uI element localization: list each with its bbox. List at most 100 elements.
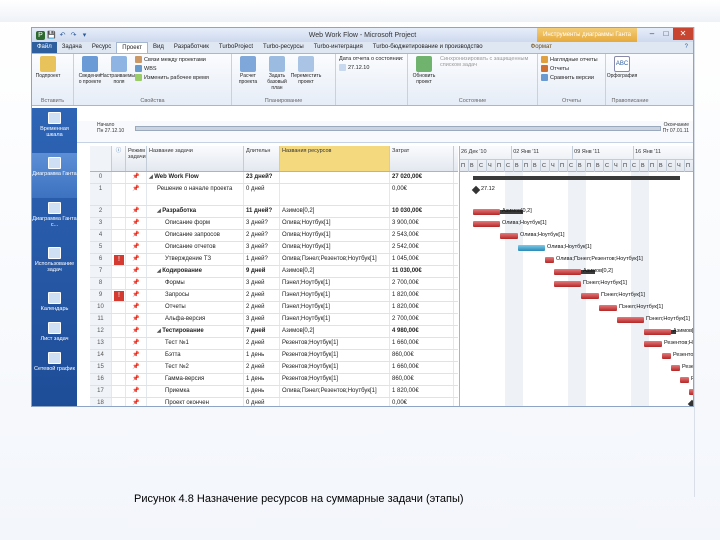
row-id[interactable]: 16 [90, 374, 112, 385]
row-id[interactable]: 6 [90, 254, 112, 265]
task-bar[interactable] [518, 245, 545, 251]
resource-cell[interactable]: Резентов;Ноутбук[1] [280, 362, 390, 373]
duration-cell[interactable]: 1 день [244, 374, 280, 385]
task-bar[interactable] [689, 389, 693, 395]
task-mode-icon[interactable]: 📌 [126, 218, 147, 229]
duration-cell[interactable]: 7 дней [244, 326, 280, 337]
resource-cell[interactable]: Пэнел;Ноутбук[1] [280, 290, 390, 301]
view-task-sheet[interactable]: Лист задач [32, 318, 77, 348]
task-mode-icon[interactable]: 📌 [126, 362, 147, 373]
project-info-button[interactable]: Сведения о проекте [77, 56, 103, 85]
task-bar[interactable] [617, 317, 644, 323]
set-baseline-button[interactable]: Задать базовый план [264, 56, 290, 91]
task-mode-icon[interactable]: 📌 [126, 302, 147, 313]
tab-resource[interactable]: Ресурс [87, 42, 116, 53]
task-name-cell[interactable]: Описание отчетов [147, 242, 244, 253]
milestone-marker[interactable] [471, 185, 481, 195]
duration-cell[interactable]: 11 дней? [244, 206, 280, 217]
task-bar[interactable] [662, 353, 671, 359]
col-duration[interactable]: Длительн [244, 146, 280, 171]
view-calendar[interactable]: Календарь [32, 288, 77, 318]
resource-cell[interactable] [280, 398, 390, 406]
task-bar[interactable] [671, 365, 680, 371]
col-indicators[interactable]: ⓘ [112, 146, 126, 171]
duration-cell[interactable]: 2 дней [244, 338, 280, 349]
table-row[interactable]: 11 📌 Альфа-версия 3 дней Пэнел;Ноутбук[1] 2 7… [90, 314, 458, 326]
task-mode-icon[interactable]: 📌 [126, 230, 147, 241]
tab-turboproject[interactable]: TurboProject [214, 42, 258, 53]
duration-cell[interactable]: 2 дней [244, 362, 280, 373]
table-row[interactable]: 5 📌 Описание отчетов 3 дней? Олива;Ноутбук[1… [90, 242, 458, 254]
visual-reports-button[interactable]: Наглядные отчеты [541, 56, 598, 63]
cost-cell[interactable]: 860,00€ [390, 350, 454, 361]
tab-turbo-integration[interactable]: Turbo-интеграция [309, 42, 368, 53]
project-summary-bar[interactable] [473, 176, 680, 180]
resource-cell[interactable]: Резентов;Ноутбук[1] [280, 350, 390, 361]
summary-resource-bar[interactable] [644, 329, 671, 335]
task-mode-icon[interactable]: 📌 [126, 206, 147, 217]
task-name-cell[interactable]: Альфа-версия [147, 314, 244, 325]
task-bar[interactable] [545, 257, 554, 263]
resource-cell[interactable]: Олива;Ноутбук[1] [280, 230, 390, 241]
duration-cell[interactable]: 1 день [244, 386, 280, 397]
task-name-cell[interactable]: Приемка [147, 386, 244, 397]
task-mode-icon[interactable]: 📌 [126, 172, 147, 183]
cost-cell[interactable]: 2 700,00€ [390, 278, 454, 289]
table-row[interactable]: 0 📌 ◢ Web Work Flow 23 дней? 27 020,00€ [90, 172, 458, 184]
close-icon[interactable]: ✕ [673, 28, 693, 40]
duration-cell[interactable]: 0 дней [244, 398, 280, 406]
task-name-cell[interactable]: Тест №1 [147, 338, 244, 349]
task-name-cell[interactable]: Формы [147, 278, 244, 289]
row-id[interactable]: 2 [90, 206, 112, 217]
task-mode-icon[interactable]: 📌 [126, 398, 147, 406]
table-row[interactable]: 8 📌 Формы 3 дней Пэнел;Ноутбук[1] 2 700,00€ [90, 278, 458, 290]
cost-cell[interactable]: 11 030,00€ [390, 266, 454, 277]
summary-resource-bar[interactable] [554, 269, 581, 275]
change-working-time-button[interactable]: Изменить рабочее время [135, 74, 209, 81]
help-icon[interactable]: ? [680, 42, 693, 53]
task-name-cell[interactable]: Тест №2 [147, 362, 244, 373]
duration-cell[interactable]: 3 дней [244, 278, 280, 289]
table-row[interactable]: 16 📌 Гамма-версия 1 день Резентов;Ноутбук[1]… [90, 374, 458, 386]
task-name-cell[interactable]: ◢ Кодирование [147, 266, 244, 277]
task-bar[interactable] [680, 377, 689, 383]
reports-button[interactable]: Отчеты [541, 65, 598, 72]
tab-turbo-resources[interactable]: Turbo-ресурсы [258, 42, 309, 53]
table-row[interactable]: 3 📌 Описание форм 3 дней? Олива;Ноутбук[1] 3 … [90, 218, 458, 230]
duration-cell[interactable]: 1 день [244, 350, 280, 361]
table-row[interactable]: 12 📌 ◢ Тестирование 7 дней Азимов[0,2] 4 980,… [90, 326, 458, 338]
row-id[interactable]: 15 [90, 362, 112, 373]
task-mode-icon[interactable]: 📌 [126, 278, 147, 289]
cost-cell[interactable]: 10 030,00€ [390, 206, 454, 217]
view-network[interactable]: Сетевой график [32, 348, 77, 378]
task-mode-icon[interactable]: 📌 [126, 290, 147, 301]
task-mode-icon[interactable]: 📌 [126, 254, 147, 265]
row-id[interactable]: 9 [90, 290, 112, 301]
table-row[interactable]: 2 📌 ◢ Разработка 11 дней? Азимов[0,2] 10 030,… [90, 206, 458, 218]
resource-cell[interactable]: Азимов[0,2] [280, 266, 390, 277]
row-id[interactable]: 3 [90, 218, 112, 229]
update-project-button[interactable]: Обновить проект [411, 56, 437, 85]
col-resource-names[interactable]: Названия ресурсов [280, 146, 390, 171]
task-mode-icon[interactable]: 📌 [126, 338, 147, 349]
col-task-name[interactable]: Название задачи [147, 146, 244, 171]
table-row[interactable]: 15 📌 Тест №2 2 дней Резентов;Ноутбук[1] 1 660… [90, 362, 458, 374]
task-mode-icon[interactable]: 📌 [126, 350, 147, 361]
status-date-button[interactable]: 27.12.10 [339, 64, 403, 71]
task-name-cell[interactable]: Отчеты [147, 302, 244, 313]
table-row[interactable]: 1 📌 Решение о начале проекта 0 дней 0,00€ [90, 184, 458, 206]
duration-cell[interactable]: 0 дней [244, 184, 280, 205]
calculate-project-button[interactable]: Расчет проекта [235, 56, 261, 85]
table-row[interactable]: 7 📌 ◢ Кодирование 9 дней Азимов[0,2] 11 030,0… [90, 266, 458, 278]
wbs-button[interactable]: WBS [135, 65, 209, 72]
row-id[interactable]: 10 [90, 302, 112, 313]
cost-cell[interactable]: 4 980,00€ [390, 326, 454, 337]
task-name-cell[interactable]: Проект окончен [147, 398, 244, 406]
task-name-cell[interactable]: ◢ Тестирование [147, 326, 244, 337]
duration-cell[interactable]: 1 дней? [244, 254, 280, 265]
cost-cell[interactable]: 1 660,00€ [390, 362, 454, 373]
cost-cell[interactable]: 3 900,00€ [390, 218, 454, 229]
resource-cell[interactable]: Олива;Пэнел;Резентов;Ноутбук[1] [280, 254, 390, 265]
cost-cell[interactable]: 860,00€ [390, 374, 454, 385]
links-between-projects-button[interactable]: Связи между проектами [135, 56, 209, 63]
